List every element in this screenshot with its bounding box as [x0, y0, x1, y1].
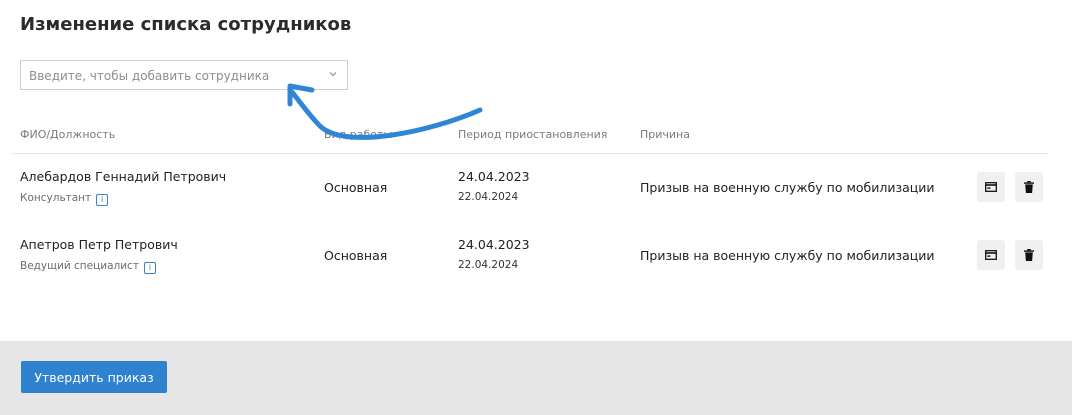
card-icon — [985, 250, 997, 260]
column-header-work-type: Вид работы — [324, 128, 393, 141]
info-icon[interactable]: i — [143, 262, 156, 274]
period-end: 22.04.2024 — [458, 259, 519, 271]
employee-position: Ведущий специалист i — [20, 260, 156, 274]
employee-search-input[interactable]: Введите, чтобы добавить сотрудника — [20, 60, 348, 90]
column-header-period: Период приостановления — [458, 128, 608, 141]
work-type: Основная — [324, 180, 388, 195]
column-header-reason: Причина — [640, 128, 690, 141]
trash-icon — [1024, 249, 1034, 261]
work-type: Основная — [324, 248, 388, 263]
period-start: 24.04.2023 — [458, 169, 530, 184]
delete-button[interactable] — [1015, 172, 1043, 202]
approve-order-button[interactable]: Утвердить приказ — [21, 361, 167, 393]
employee-position-label: Ведущий специалист — [20, 260, 139, 272]
info-icon[interactable]: i — [96, 194, 109, 206]
employee-position: Консультант i — [20, 192, 109, 206]
reason: Призыв на военную службу по мобилизации — [640, 248, 935, 263]
card-icon — [985, 182, 997, 192]
employee-position-label: Консультант — [20, 192, 92, 204]
search-placeholder: Введите, чтобы добавить сотрудника — [29, 69, 270, 83]
edit-button[interactable] — [977, 172, 1005, 202]
footer: Утвердить приказ — [0, 341, 1072, 415]
edit-button[interactable] — [977, 240, 1005, 270]
employee-name: Алебардов Геннадий Петрович — [20, 169, 227, 184]
column-header-name: ФИО/Должность — [20, 128, 116, 141]
table-row: Апетров Петр Петрович Ведущий специалист… — [0, 222, 1072, 290]
page-title: Изменение списка сотрудников — [20, 14, 352, 35]
period-end: 22.04.2024 — [458, 191, 519, 203]
table-row: Алебардов Геннадий Петрович Консультант i… — [0, 154, 1072, 222]
trash-icon — [1024, 181, 1034, 193]
chevron-down-icon — [329, 72, 337, 77]
period-start: 24.04.2023 — [458, 237, 530, 252]
employee-name: Апетров Петр Петрович — [20, 237, 178, 252]
reason: Призыв на военную службу по мобилизации — [640, 180, 935, 195]
delete-button[interactable] — [1015, 240, 1043, 270]
